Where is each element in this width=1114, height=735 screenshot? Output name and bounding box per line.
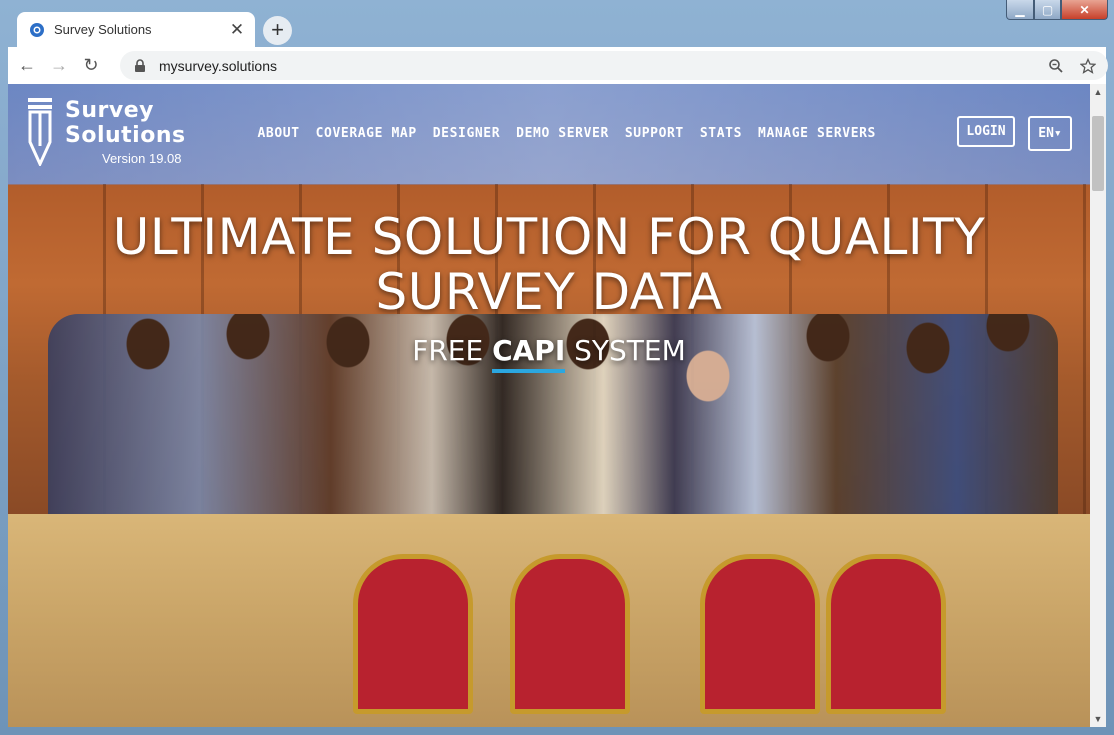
hero-sub-prefix: FREE <box>412 334 484 367</box>
url-text: mysurvey.solutions <box>159 57 278 74</box>
nav-coverage-map[interactable]: COVERAGE MAP <box>316 126 417 141</box>
brand-name-line2[interactable]: Solutions <box>65 123 186 148</box>
maximize-button[interactable]: ▢ <box>1034 0 1061 20</box>
new-tab-button[interactable]: + <box>263 16 292 45</box>
nav-support[interactable]: SUPPORT <box>625 126 684 141</box>
background-chair <box>353 554 473 714</box>
back-button[interactable]: ← <box>14 53 40 79</box>
nav-about[interactable]: ABOUT <box>257 126 299 141</box>
hero-sub-suffix: SYSTEM <box>574 334 686 367</box>
browser-window: ▁ ▢ ✕ Survey Solutions ✕ + ← → ↻ mysurve… <box>0 0 1114 735</box>
reload-button[interactable]: ↻ <box>78 53 104 79</box>
language-dropdown[interactable]: EN▾ <box>1028 116 1072 151</box>
page-scrollbar[interactable]: ▲ ▼ <box>1090 84 1106 727</box>
star-icon[interactable] <box>1076 54 1100 78</box>
zoom-out-icon[interactable] <box>1044 54 1068 78</box>
login-button[interactable]: LOGIN <box>957 116 1015 147</box>
nav-demo-server[interactable]: DEMO SERVER <box>516 126 609 141</box>
address-bar[interactable]: mysurvey.solutions <box>120 51 1108 80</box>
survey-solutions-favicon-icon <box>30 22 44 37</box>
brand-name-line1[interactable]: Survey <box>65 98 154 123</box>
scroll-down-icon[interactable]: ▼ <box>1090 711 1106 727</box>
window-controls: ▁ ▢ ✕ <box>1006 0 1108 20</box>
background-chair <box>510 554 630 714</box>
web-page: Survey Solutions Version 19.08 ABOUT COV… <box>8 84 1090 727</box>
scroll-thumb[interactable] <box>1092 116 1104 191</box>
lock-icon <box>135 58 145 72</box>
version-label: Version 19.08 <box>102 151 182 166</box>
tab-title: Survey Solutions <box>54 22 152 37</box>
scroll-up-icon[interactable]: ▲ <box>1090 84 1106 100</box>
nav-manage-servers[interactable]: MANAGE SERVERS <box>758 126 876 141</box>
main-nav: ABOUT COVERAGE MAP DESIGNER DEMO SERVER … <box>257 126 876 141</box>
minimize-button[interactable]: ▁ <box>1006 0 1034 20</box>
nav-designer[interactable]: DESIGNER <box>433 126 500 141</box>
hero-title: ULTIMATE SOLUTION FOR QUALITY SURVEY DAT… <box>112 208 986 321</box>
close-window-button[interactable]: ✕ <box>1061 0 1108 20</box>
browser-tab[interactable]: Survey Solutions ✕ <box>17 12 255 47</box>
tab-close-icon[interactable]: ✕ <box>227 20 247 40</box>
hero-sub-highlight: CAPI <box>492 334 566 373</box>
background-chair <box>826 554 946 714</box>
hero-subtitle: FREE CAPI SYSTEM <box>8 334 1090 373</box>
forward-button[interactable]: → <box>46 53 72 79</box>
survey-solutions-logo-icon[interactable] <box>28 98 52 166</box>
nav-stats[interactable]: STATS <box>700 126 742 141</box>
browser-toolbar: ← → ↻ mysurvey.solutions <box>8 47 1108 84</box>
background-chair <box>700 554 820 714</box>
